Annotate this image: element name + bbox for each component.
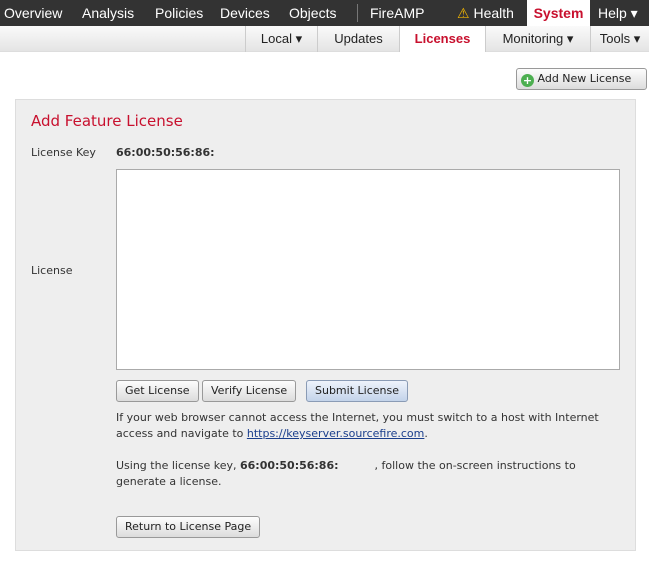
nav-objects[interactable]: Objects xyxy=(289,0,336,26)
warning-icon: ⚠ xyxy=(457,5,470,21)
plus-circle-icon: + xyxy=(521,74,534,87)
add-new-license-button[interactable]: + Add New License xyxy=(516,68,647,90)
license-key-label: License Key xyxy=(31,146,96,159)
license-label: License xyxy=(31,264,73,277)
nav-fireamp[interactable]: FireAMP xyxy=(370,0,424,26)
return-to-license-page-button[interactable]: Return to License Page xyxy=(116,516,261,538)
top-nav: Overview Analysis Policies Devices Objec… xyxy=(0,0,649,26)
nav-devices[interactable]: Devices xyxy=(220,0,270,26)
tab-licenses[interactable]: Licenses xyxy=(399,26,485,52)
verify-license-button[interactable]: Verify License xyxy=(202,380,297,402)
info-text-1: If your web browser cannot access the In… xyxy=(116,411,599,440)
nav-analysis[interactable]: Analysis xyxy=(82,0,134,26)
license-key-inline: 66:00:50:56:86: xyxy=(239,459,339,472)
nav-help[interactable]: Help ▾ xyxy=(598,0,638,26)
info-text-2: Using the license key, 66:00:50:56:86:, … xyxy=(116,459,576,488)
tab-monitoring[interactable]: Monitoring ▾ xyxy=(485,26,590,52)
nav-policies[interactable]: Policies xyxy=(155,0,203,26)
submit-license-button[interactable]: Submit License xyxy=(306,380,408,402)
panel-title: Add Feature License xyxy=(31,112,183,130)
nav-system[interactable]: System xyxy=(527,0,590,26)
license-textarea[interactable] xyxy=(116,169,620,370)
tab-tools[interactable]: Tools ▾ xyxy=(590,26,649,52)
nav-overview[interactable]: Overview xyxy=(4,0,62,26)
get-license-button[interactable]: Get License xyxy=(116,380,199,402)
nav-health[interactable]: ⚠ Health xyxy=(457,0,514,26)
add-feature-license-panel: Add Feature License License Key 66:00:50… xyxy=(15,99,636,551)
license-key-value: 66:00:50:56:86: xyxy=(116,146,215,159)
nav-divider xyxy=(357,4,358,22)
sub-nav: Local ▾ Updates Licenses Monitoring ▾ To… xyxy=(0,26,649,52)
tab-updates[interactable]: Updates xyxy=(317,26,399,52)
tab-local[interactable]: Local ▾ xyxy=(245,26,317,52)
keyserver-link[interactable]: https://keyserver.sourcefire.com xyxy=(247,427,425,440)
